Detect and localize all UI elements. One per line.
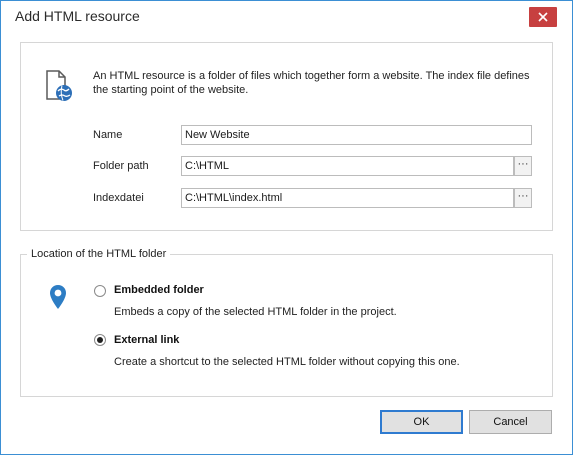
- browse-folder-button[interactable]: ···: [514, 156, 532, 176]
- title-bar: Add HTML resource: [1, 1, 572, 31]
- name-label: Name: [93, 129, 123, 141]
- index-file-label: Indexdatei: [93, 192, 144, 204]
- close-icon: [538, 12, 548, 22]
- external-link-radio[interactable]: [94, 334, 106, 346]
- folder-path-label: Folder path: [93, 160, 149, 172]
- embedded-folder-radio[interactable]: [94, 285, 106, 297]
- external-link-label[interactable]: External link: [114, 334, 179, 346]
- external-link-description: Create a shortcut to the selected HTML f…: [114, 356, 460, 368]
- embedded-folder-description: Embeds a copy of the selected HTML folde…: [114, 306, 397, 318]
- location-pin-icon: [50, 285, 66, 309]
- location-groupbox: [20, 254, 553, 397]
- cancel-button[interactable]: Cancel: [469, 410, 552, 434]
- resource-settings-panel: An HTML resource is a folder of files wh…: [20, 42, 553, 231]
- resource-description: An HTML resource is a folder of files wh…: [93, 70, 530, 96]
- location-legend: Location of the HTML folder: [27, 248, 171, 260]
- embedded-folder-label[interactable]: Embedded folder: [114, 284, 204, 296]
- close-button[interactable]: [529, 7, 557, 27]
- browse-index-button[interactable]: ···: [514, 188, 532, 208]
- folder-path-field[interactable]: [181, 156, 514, 176]
- ok-button[interactable]: OK: [380, 410, 463, 434]
- dialog-title: Add HTML resource: [15, 8, 140, 24]
- html-document-globe-icon: [46, 70, 72, 101]
- index-file-field[interactable]: [181, 188, 514, 208]
- name-field[interactable]: [181, 125, 532, 145]
